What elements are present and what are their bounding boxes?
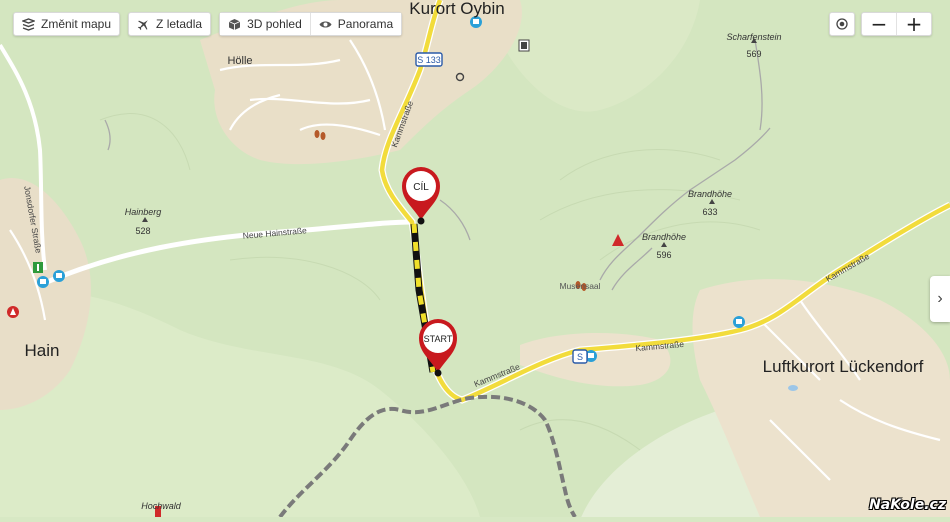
map-controls: − +: [829, 12, 932, 36]
place-luckendorf: Luftkurort Lückendorf: [763, 357, 924, 376]
poi-musensaal: Musensaal: [559, 281, 600, 291]
side-panel-toggle[interactable]: ›: [930, 276, 950, 322]
airplane-icon: [137, 18, 150, 31]
road-shield-s: S: [573, 350, 587, 363]
change-map-button[interactable]: Změnit mapu: [13, 12, 120, 36]
svg-text:S: S: [577, 352, 583, 362]
peak-hochwald-name: Hochwald: [141, 501, 182, 511]
locate-button[interactable]: [829, 12, 855, 36]
road-shield-s133: S 133: [416, 53, 442, 66]
bus-stop-icon: [37, 276, 49, 288]
place-hain: Hain: [25, 341, 60, 360]
peak-scharfenstein-elevation: 569: [746, 49, 761, 59]
3d-view-button[interactable]: 3D pohled: [220, 13, 310, 35]
eye-icon: [319, 18, 332, 31]
panorama-button[interactable]: Panorama: [310, 13, 401, 35]
svg-text:S 133: S 133: [417, 55, 441, 65]
svg-text:CÍL: CÍL: [413, 180, 429, 193]
place-kurort-oybin: Kurort Oybin: [409, 0, 504, 18]
peak-hainberg-name: Hainberg: [125, 207, 162, 217]
from-plane-button[interactable]: Z letadla: [128, 12, 211, 36]
peak-hainberg-elevation: 528: [135, 226, 150, 236]
panorama-label: Panorama: [338, 17, 393, 31]
zoom-in-button[interactable]: +: [896, 13, 931, 35]
bus-stop-icon: [53, 270, 65, 282]
view-mode-group: 3D pohled Panorama: [219, 12, 402, 36]
peak-brandhohe-1-elevation: 633: [702, 207, 717, 217]
zoom-control: − +: [861, 12, 932, 36]
map-layer: S 133 S Kurort Oybin Hain Luftkurort Lüc…: [0, 0, 950, 517]
layers-icon: [22, 18, 35, 31]
bus-stop-icon: [733, 316, 745, 328]
map-canvas[interactable]: S 133 S Kurort Oybin Hain Luftkurort Lüc…: [0, 0, 950, 517]
from-plane-label: Z letadla: [156, 17, 202, 31]
cube-icon: [228, 18, 241, 31]
map-toolbar: Změnit mapu Z letadla 3D pohled Panorama: [13, 12, 402, 36]
watermark: NaKole.cz: [869, 497, 946, 513]
peak-scharfenstein-name: Scharfenstein: [726, 32, 781, 42]
place-holle: Hölle: [227, 55, 252, 67]
zoom-out-button[interactable]: −: [862, 13, 896, 35]
emergency-icon: [7, 306, 19, 318]
info-icon: [33, 262, 43, 273]
svg-text:START: START: [424, 334, 453, 344]
locate-icon: [836, 18, 848, 30]
peak-brandhohe-1-name: Brandhöhe: [688, 189, 732, 199]
peak-brandhohe-2-elevation: 596: [656, 250, 671, 260]
change-map-label: Změnit mapu: [41, 17, 111, 31]
shield-poi-icon: [519, 40, 529, 51]
peak-brandhohe-2-name: Brandhöhe: [642, 232, 686, 242]
3d-view-label: 3D pohled: [247, 17, 302, 31]
